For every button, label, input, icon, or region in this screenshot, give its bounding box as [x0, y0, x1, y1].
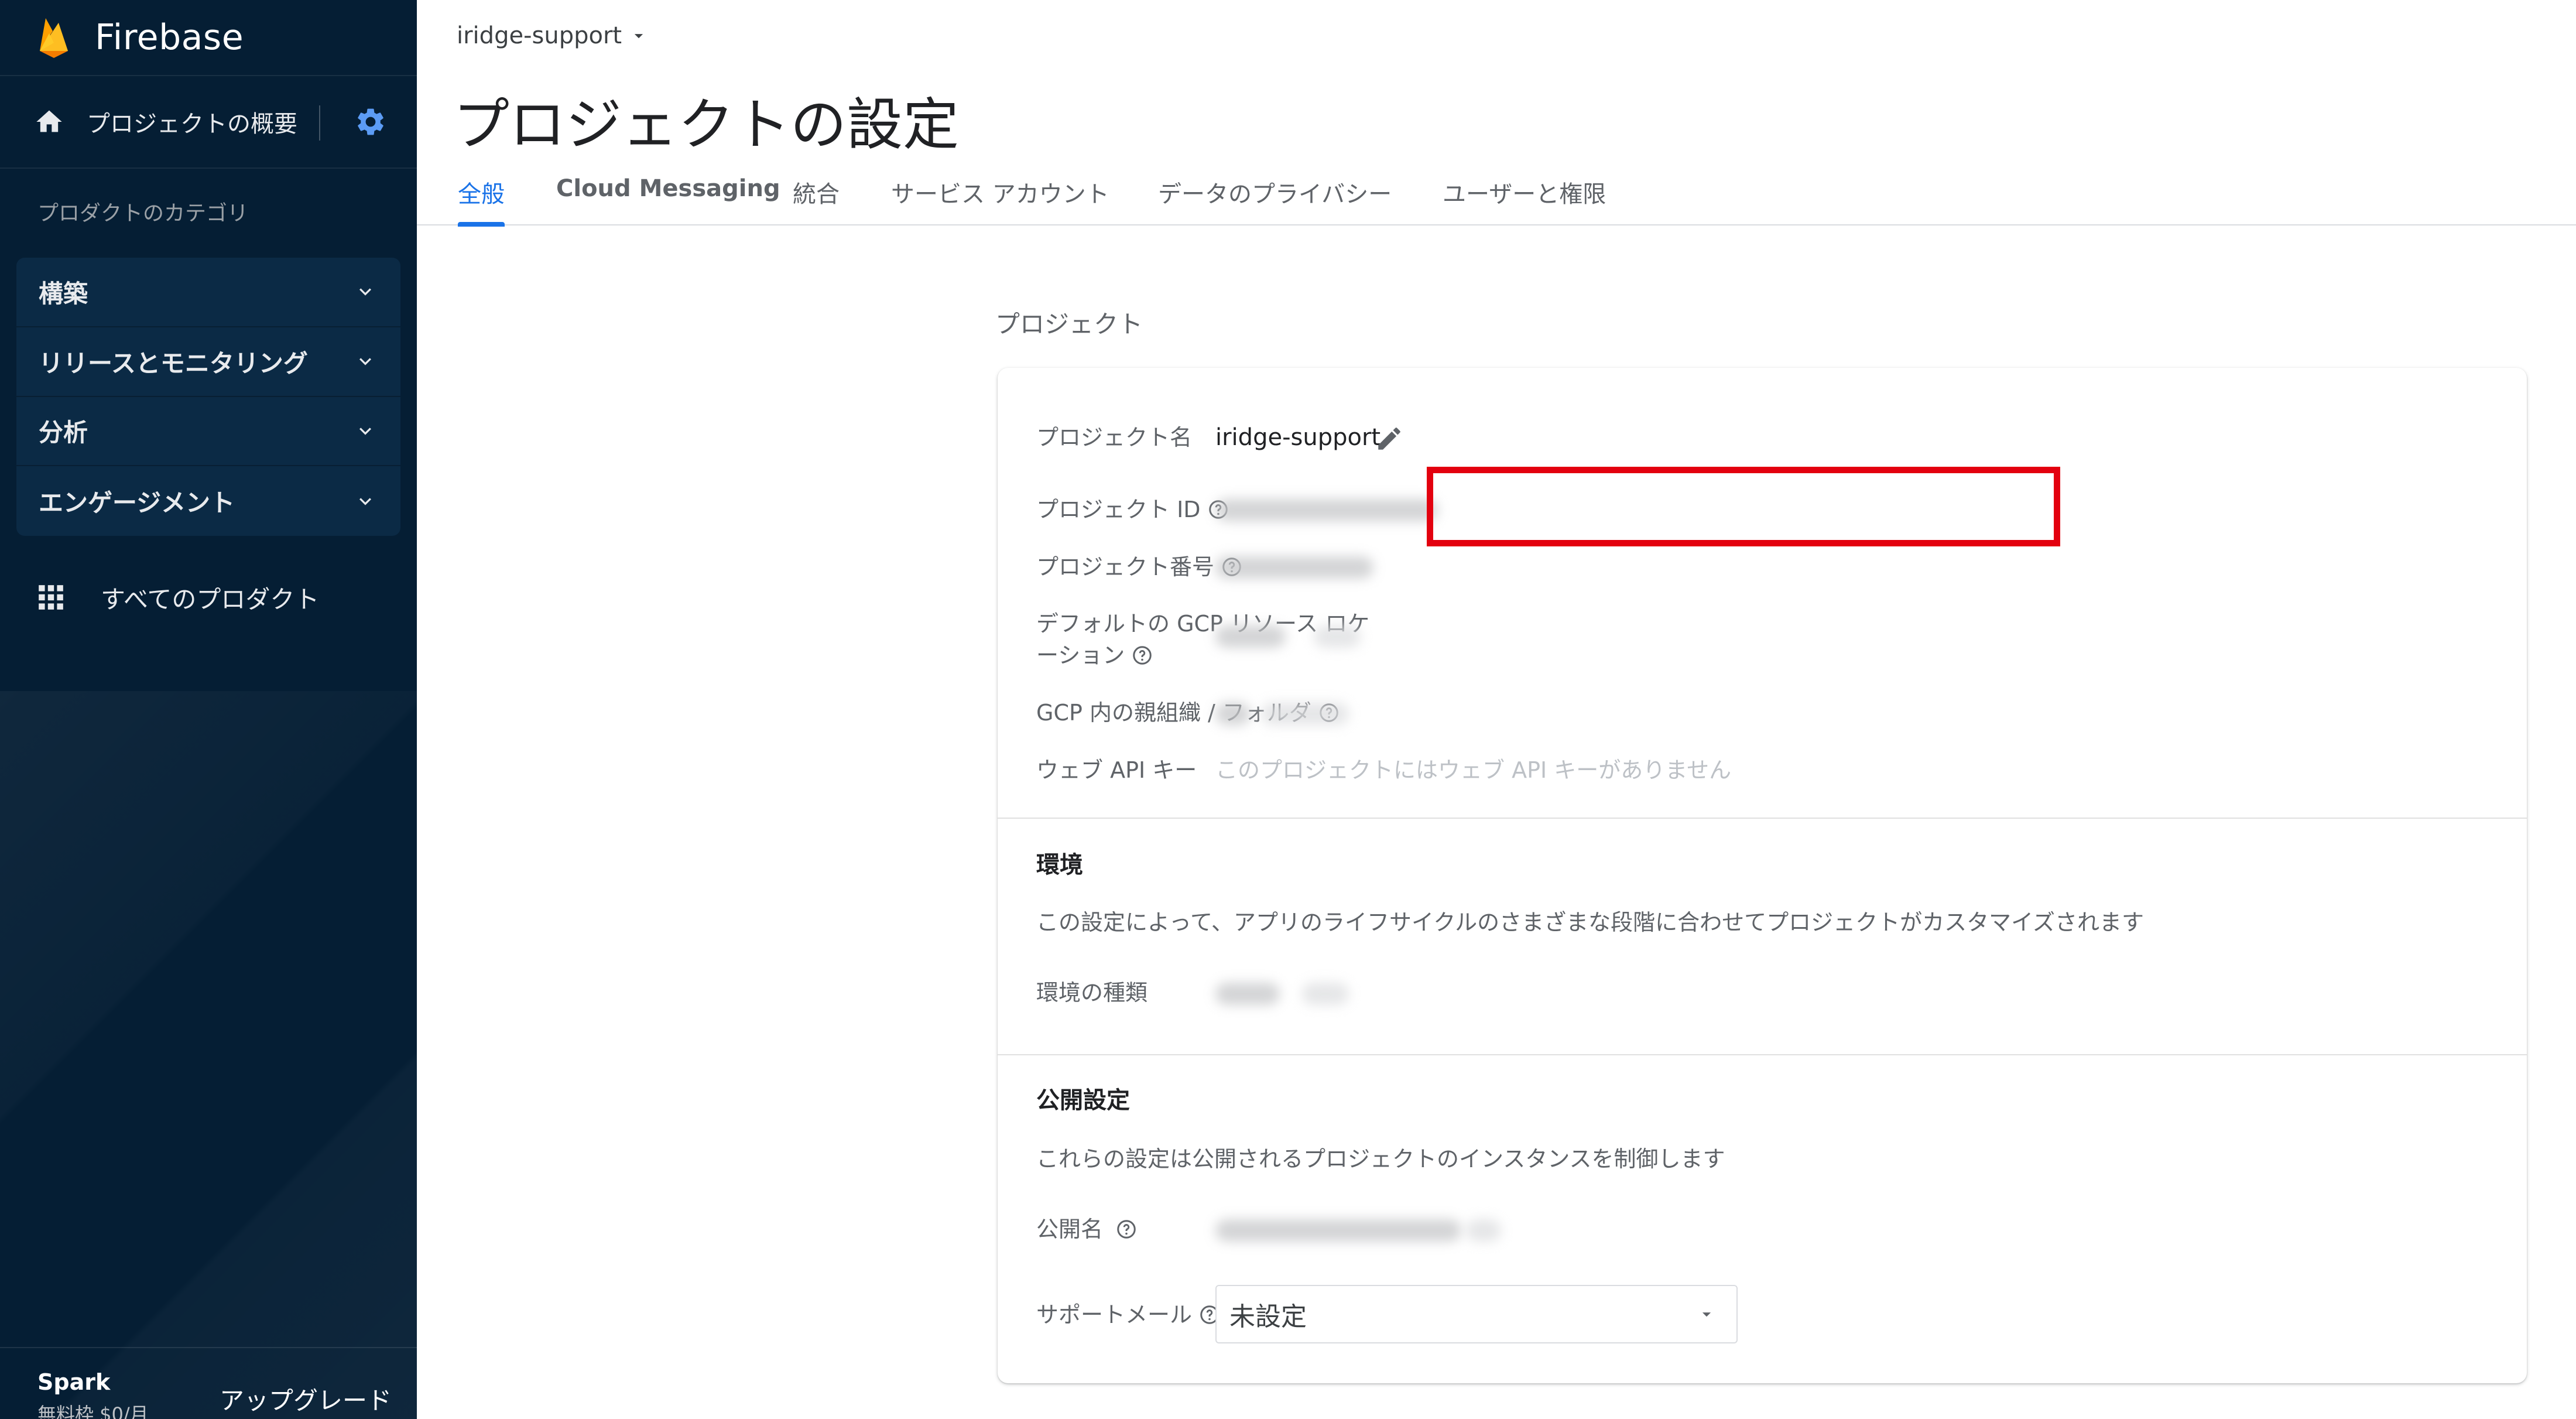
project-switcher[interactable]: iridge-support	[457, 22, 649, 49]
plan-bar: Spark 無料枠 $0/月 アップグレード	[0, 1347, 417, 1419]
web-api-key-label: ウェブ API キー	[1036, 754, 1197, 786]
all-products-label: すべてのプロダクト	[101, 584, 320, 614]
apps-grid-icon	[39, 585, 63, 610]
label-text: プロジェクト名	[1036, 425, 1193, 450]
project-switcher-label: iridge-support	[457, 22, 622, 49]
highlight-box	[1427, 467, 2060, 546]
settings-tabs: 全般 Cloud Messaging 統合 サービス アカウント データのプライ…	[417, 167, 2576, 227]
public-settings-title: 公開設定	[1036, 1087, 1130, 1114]
redacted-project-id	[1215, 499, 1438, 521]
redacted-gcp-location	[1215, 625, 1286, 648]
brand-header[interactable]: Firebase	[0, 0, 417, 76]
label-text: ーション	[1036, 642, 1125, 668]
category-label: 分析	[39, 418, 88, 447]
chevron-down-icon	[359, 428, 371, 435]
tab-cloud-messaging[interactable]: Cloud Messaging	[556, 175, 780, 225]
brand-name: Firebase	[95, 17, 244, 58]
tab-general[interactable]: 全般	[458, 175, 505, 227]
category-title: プロダクトのカテゴリ	[37, 201, 249, 225]
tab-service-accounts[interactable]: サービス アカウント	[891, 175, 1109, 225]
edit-pencil-icon[interactable]	[1375, 424, 1404, 453]
sidebar: Firebase プロジェクトの概要 プロダクトのカテゴリ 構築 リリースとモニ…	[0, 0, 417, 1419]
tab-data-privacy[interactable]: データのプライバシー	[1158, 175, 1392, 225]
support-email-select[interactable]: 未設定	[1215, 1285, 1738, 1343]
redacted-org-icon	[1215, 703, 1251, 725]
chevron-down-icon	[359, 288, 371, 296]
category-label: 構築	[39, 279, 88, 308]
home-icon	[36, 110, 62, 132]
web-api-key-value: このプロジェクトにはウェブ API キーがありません	[1215, 757, 1732, 783]
redacted-edit-icon	[1466, 1219, 1501, 1242]
label-text: 公開名	[1036, 1216, 1104, 1242]
category-label: リリースとモニタリング	[39, 348, 308, 378]
environment-description: この設定によって、アプリのライフサイクルのさまざまな段階に合わせてプロジェクトが…	[1036, 909, 2145, 935]
gear-icon[interactable]	[354, 105, 387, 138]
redacted-edit-icon	[1314, 625, 1361, 648]
category-release-monitor[interactable]: リリースとモニタリング	[16, 327, 400, 397]
redacted-env-type	[1215, 983, 1280, 1005]
tab-integrations[interactable]: 統合	[793, 175, 840, 225]
project-number-label: プロジェクト番号	[1036, 551, 1242, 583]
support-email-value: 未設定	[1229, 1302, 1307, 1332]
upgrade-button[interactable]: アップグレード	[220, 1381, 392, 1417]
label-text: 環境の種類	[1036, 980, 1148, 1006]
firebase-logo-icon	[40, 18, 68, 58]
divider	[998, 818, 2527, 819]
public-settings-description: これらの設定は公開されるプロジェクトのインスタンスを制御します	[1036, 1146, 1725, 1172]
chevron-down-icon	[359, 358, 371, 365]
redacted-org-name	[1261, 703, 1349, 725]
environment-title: 環境	[1036, 852, 1083, 878]
environment-type-label: 環境の種類	[1036, 977, 1147, 1008]
sidebar-decoration	[0, 691, 417, 1218]
label-text: プロジェクト ID	[1036, 497, 1201, 522]
project-name-value: iridge-support	[1215, 424, 1381, 451]
category-build[interactable]: 構築	[16, 258, 400, 327]
section-heading: プロジェクト	[995, 310, 1143, 338]
project-overview-link[interactable]: プロジェクトの概要	[0, 76, 417, 169]
divider	[319, 105, 320, 141]
tab-users-permissions[interactable]: ユーザーと権限	[1443, 175, 1606, 225]
label-text: サポートメール	[1036, 1302, 1193, 1328]
public-name-label: 公開名	[1036, 1213, 1137, 1245]
category-engagement[interactable]: エンゲージメント	[16, 466, 400, 536]
main-content: iridge-support プロジェクトの設定 全般 Cloud Messag…	[417, 0, 2576, 1419]
help-circle-icon[interactable]	[1132, 645, 1153, 666]
redacted-project-number	[1215, 556, 1373, 579]
plan-name: Spark	[37, 1369, 111, 1395]
support-email-label: サポートメール	[1036, 1299, 1220, 1331]
help-circle-icon[interactable]	[1116, 1219, 1137, 1240]
divider	[998, 1054, 2527, 1055]
all-products-link[interactable]: すべてのプロダクト	[36, 574, 319, 621]
project-overview-label: プロジェクトの概要	[87, 111, 297, 138]
chevron-down-icon	[359, 497, 371, 505]
category-analytics[interactable]: 分析	[16, 397, 400, 467]
page-title: プロジェクトの設定	[453, 92, 959, 158]
category-panel: 構築 リリースとモニタリング 分析 エンゲージメント	[16, 258, 400, 536]
project-id-label: プロジェクト ID	[1036, 494, 1229, 525]
redacted-public-name	[1215, 1219, 1461, 1242]
project-name-label: プロジェクト名	[1036, 422, 1192, 453]
plan-price: 無料枠 $0/月	[37, 1403, 149, 1419]
label-text: ウェブ API キー	[1036, 757, 1197, 783]
category-label: エンゲージメント	[39, 488, 235, 518]
label-text: プロジェクト番号	[1036, 554, 1215, 580]
dropdown-arrow-icon	[1702, 1312, 1711, 1317]
caret-down-icon	[634, 34, 643, 39]
redacted-edit-icon	[1302, 983, 1349, 1005]
